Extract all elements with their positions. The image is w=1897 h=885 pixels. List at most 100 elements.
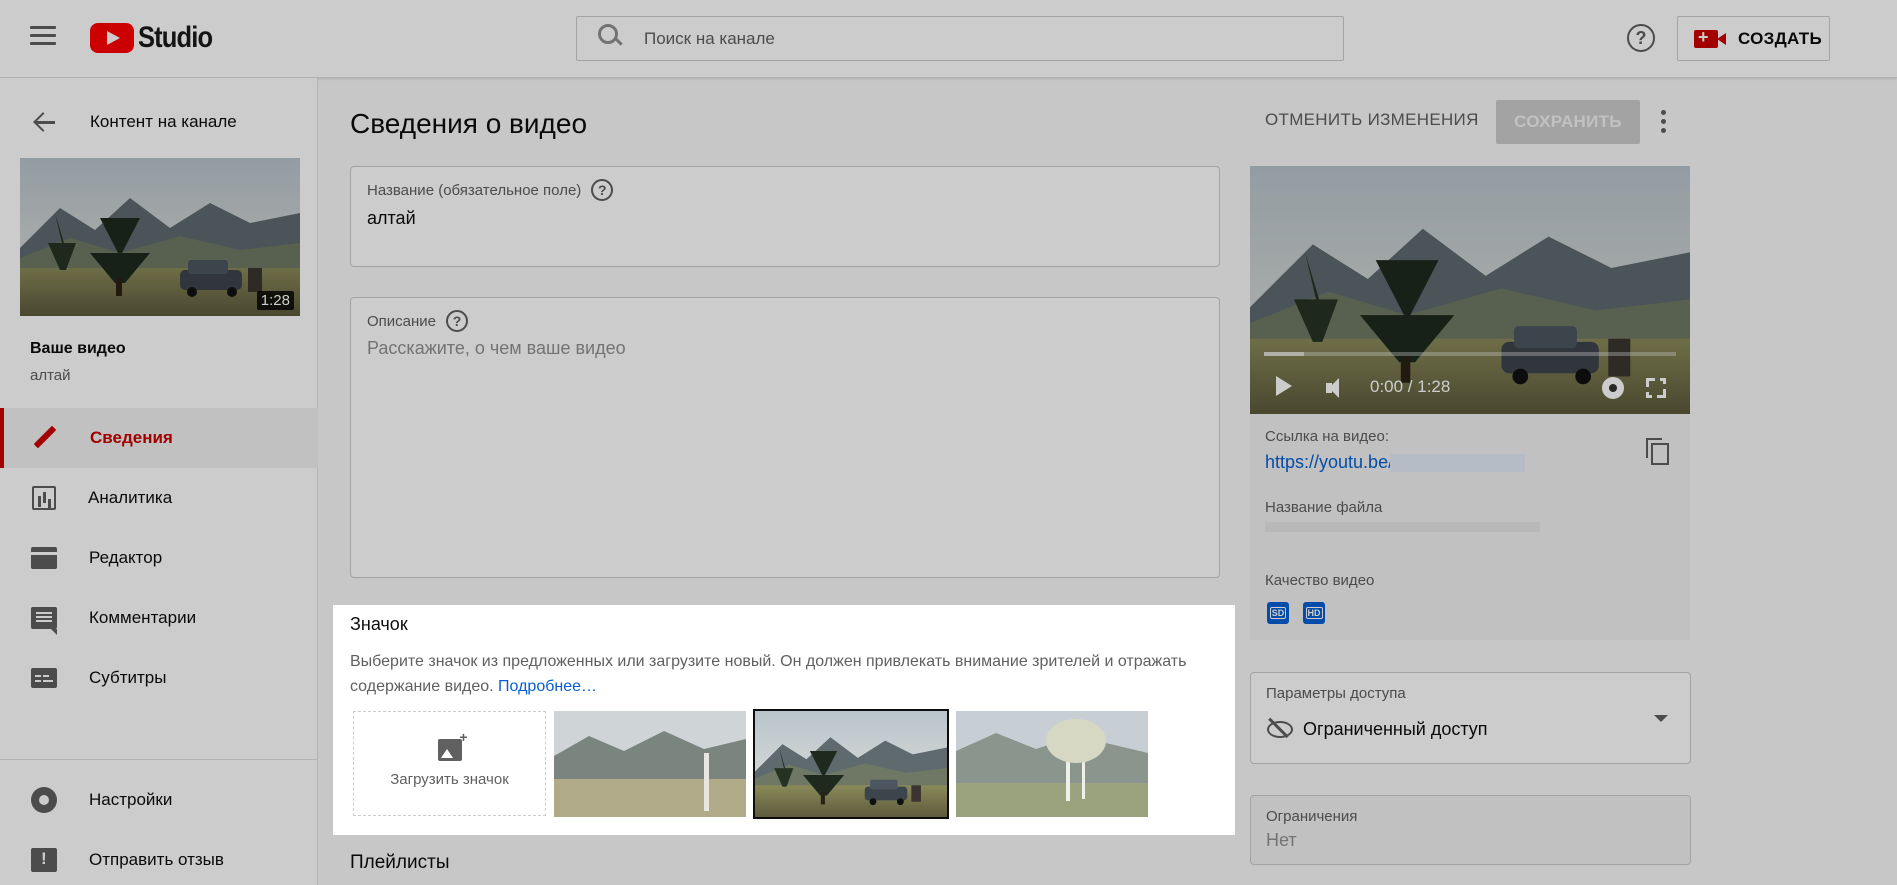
video-info-card: Ссылка на видео: https://youtu.be/ Назва… xyxy=(1250,414,1690,640)
help-icon[interactable]: ? xyxy=(591,179,614,201)
title-input-value[interactable]: алтай xyxy=(367,208,416,229)
thumbnail-option-image xyxy=(956,711,1148,817)
title-field[interactable]: Название (обязательное поле) ? алтай xyxy=(350,166,1220,267)
sd-quality-badge: SD xyxy=(1267,602,1289,624)
search-placeholder: Поиск на канале xyxy=(644,28,775,48)
search-input[interactable]: Поиск на канале xyxy=(576,16,1344,61)
create-button[interactable]: СОЗДАТЬ xyxy=(1677,16,1830,61)
sidebar-item-editor[interactable]: Редактор xyxy=(0,528,318,588)
sidebar-nav: Сведения Аналитика Редактор Комментарии … xyxy=(0,408,318,708)
sidebar: Контент на канале 1:28 Ваше видео алтай … xyxy=(0,78,318,885)
sidebar-item-label: Редактор xyxy=(89,548,163,567)
visibility-value: Ограниченный доступ xyxy=(1303,719,1488,739)
thumbnail-option-image xyxy=(554,711,746,817)
video-player[interactable]: 0:00 / 1:28 xyxy=(1250,166,1690,414)
create-label: СОЗДАТЬ xyxy=(1738,28,1822,48)
restrictions-label: Ограничения xyxy=(1266,808,1358,825)
restrictions-value: Нет xyxy=(1266,830,1297,850)
more-options-icon[interactable] xyxy=(1660,110,1668,136)
your-video-heading: Ваше видео xyxy=(30,340,126,357)
sidebar-bottom-nav: Настройки Отправить отзыв xyxy=(0,770,318,885)
feedback-icon xyxy=(31,848,57,872)
thumbnail-section: Значок Выберите значок из предложенных и… xyxy=(333,605,1235,835)
analytics-icon xyxy=(32,486,56,510)
video-title-text: алтай xyxy=(30,367,71,384)
logo-text: Studio xyxy=(138,21,213,54)
learn-more-link[interactable]: Подробнее… xyxy=(498,678,597,695)
description-placeholder[interactable]: Расскажите, о чем ваше видео xyxy=(367,338,626,359)
sidebar-item-label: Отправить отзыв xyxy=(89,850,224,869)
studio-logo[interactable]: Studio xyxy=(90,21,225,54)
thumbnail-option[interactable] xyxy=(554,711,746,817)
sidebar-item-label: Сведения xyxy=(90,428,173,447)
duration-badge: 1:28 xyxy=(256,291,294,310)
page-title: Сведения о видео xyxy=(350,108,588,139)
arrow-back-icon[interactable] xyxy=(32,109,58,135)
title-label-text: Название (обязательное поле) xyxy=(367,181,582,199)
sidebar-item-analytics[interactable]: Аналитика xyxy=(0,468,318,528)
volume-icon[interactable] xyxy=(1326,378,1350,398)
comment-icon xyxy=(31,607,57,635)
visibility-label: Параметры доступа xyxy=(1266,685,1406,702)
thumbnail-option-selected[interactable] xyxy=(753,709,949,819)
copy-icon[interactable] xyxy=(1646,438,1669,465)
hamburger-menu-icon[interactable] xyxy=(30,26,56,48)
video-link[interactable]: https://youtu.be/ xyxy=(1265,452,1393,473)
thumbnail-description: Выберите значок из предложенных или загр… xyxy=(350,649,1220,699)
thumbnail-description-text: Выберите значок из предложенных или загр… xyxy=(350,653,1187,695)
description-field-label: Описание ? xyxy=(367,310,469,332)
redacted-filename xyxy=(1265,522,1540,532)
time-display: 0:00 / 1:28 xyxy=(1370,377,1451,396)
chevron-down-icon xyxy=(1654,715,1668,722)
visibility-dropdown[interactable]: Параметры доступа Ограниченный доступ xyxy=(1250,672,1691,764)
progress-bar[interactable] xyxy=(1264,352,1676,356)
hd-quality-badge: HD xyxy=(1303,602,1325,624)
sidebar-item-label: Настройки xyxy=(89,790,173,809)
description-field[interactable]: Описание ? Расскажите, о чем ваше видео xyxy=(350,297,1220,578)
restrictions-field: Ограничения Нет xyxy=(1250,795,1691,865)
playlists-heading: Плейлисты xyxy=(350,852,450,873)
play-icon[interactable] xyxy=(1276,376,1292,396)
sidebar-item-feedback[interactable]: Отправить отзыв xyxy=(0,830,318,885)
thumbnail-heading: Значок xyxy=(350,614,408,634)
sidebar-item-comments[interactable]: Комментарии xyxy=(0,588,318,648)
upload-thumbnail-button[interactable]: Загрузить значок xyxy=(353,711,546,816)
top-bar: Studio Поиск на канале ? СОЗДАТЬ xyxy=(0,0,1897,78)
link-label: Ссылка на видео: xyxy=(1265,428,1390,445)
save-button[interactable]: СОХРАНИТЬ xyxy=(1496,100,1640,144)
progress-buffer xyxy=(1264,352,1304,356)
player-controls: 0:00 / 1:28 xyxy=(1250,362,1690,414)
add-image-icon xyxy=(437,729,468,761)
title-field-label: Название (обязательное поле) ? xyxy=(367,179,614,201)
sidebar-item-subtitles[interactable]: Субтитры xyxy=(0,648,318,708)
filename-label: Название файла xyxy=(1265,499,1383,516)
sidebar-divider xyxy=(0,759,318,760)
fullscreen-icon[interactable] xyxy=(1646,378,1666,398)
help-icon[interactable]: ? xyxy=(1627,24,1655,52)
subtitles-icon xyxy=(31,668,57,688)
sidebar-item-label: Субтитры xyxy=(89,668,167,687)
clapperboard-icon xyxy=(31,547,57,569)
eye-off-icon xyxy=(1266,718,1293,738)
video-camera-add-icon xyxy=(1694,27,1726,48)
settings-gear-icon[interactable] xyxy=(1602,377,1624,399)
description-label-text: Описание xyxy=(367,312,437,330)
youtube-play-logo-icon xyxy=(90,23,134,53)
redacted-link-part xyxy=(1390,454,1525,472)
sidebar-item-settings[interactable]: Настройки xyxy=(0,770,318,830)
back-to-content-link[interactable]: Контент на канале xyxy=(0,102,318,142)
thumbnail-option[interactable] xyxy=(956,711,1148,817)
quality-label: Качество видео xyxy=(1265,572,1375,589)
gear-icon xyxy=(31,787,57,813)
back-label: Контент на канале xyxy=(90,112,237,131)
upload-thumbnail-label: Загрузить значок xyxy=(390,771,509,788)
video-thumbnail[interactable]: 1:28 xyxy=(20,158,300,316)
pencil-icon xyxy=(30,424,58,452)
sidebar-item-details[interactable]: Сведения xyxy=(0,408,318,468)
sidebar-item-label: Комментарии xyxy=(89,608,197,627)
sidebar-item-label: Аналитика xyxy=(88,488,173,507)
help-icon[interactable]: ? xyxy=(446,310,469,332)
thumbnail-option-image xyxy=(755,711,947,817)
search-icon xyxy=(594,19,634,59)
undo-changes-button[interactable]: ОТМЕНИТЬ ИЗМЕНЕНИЯ xyxy=(1265,110,1479,130)
